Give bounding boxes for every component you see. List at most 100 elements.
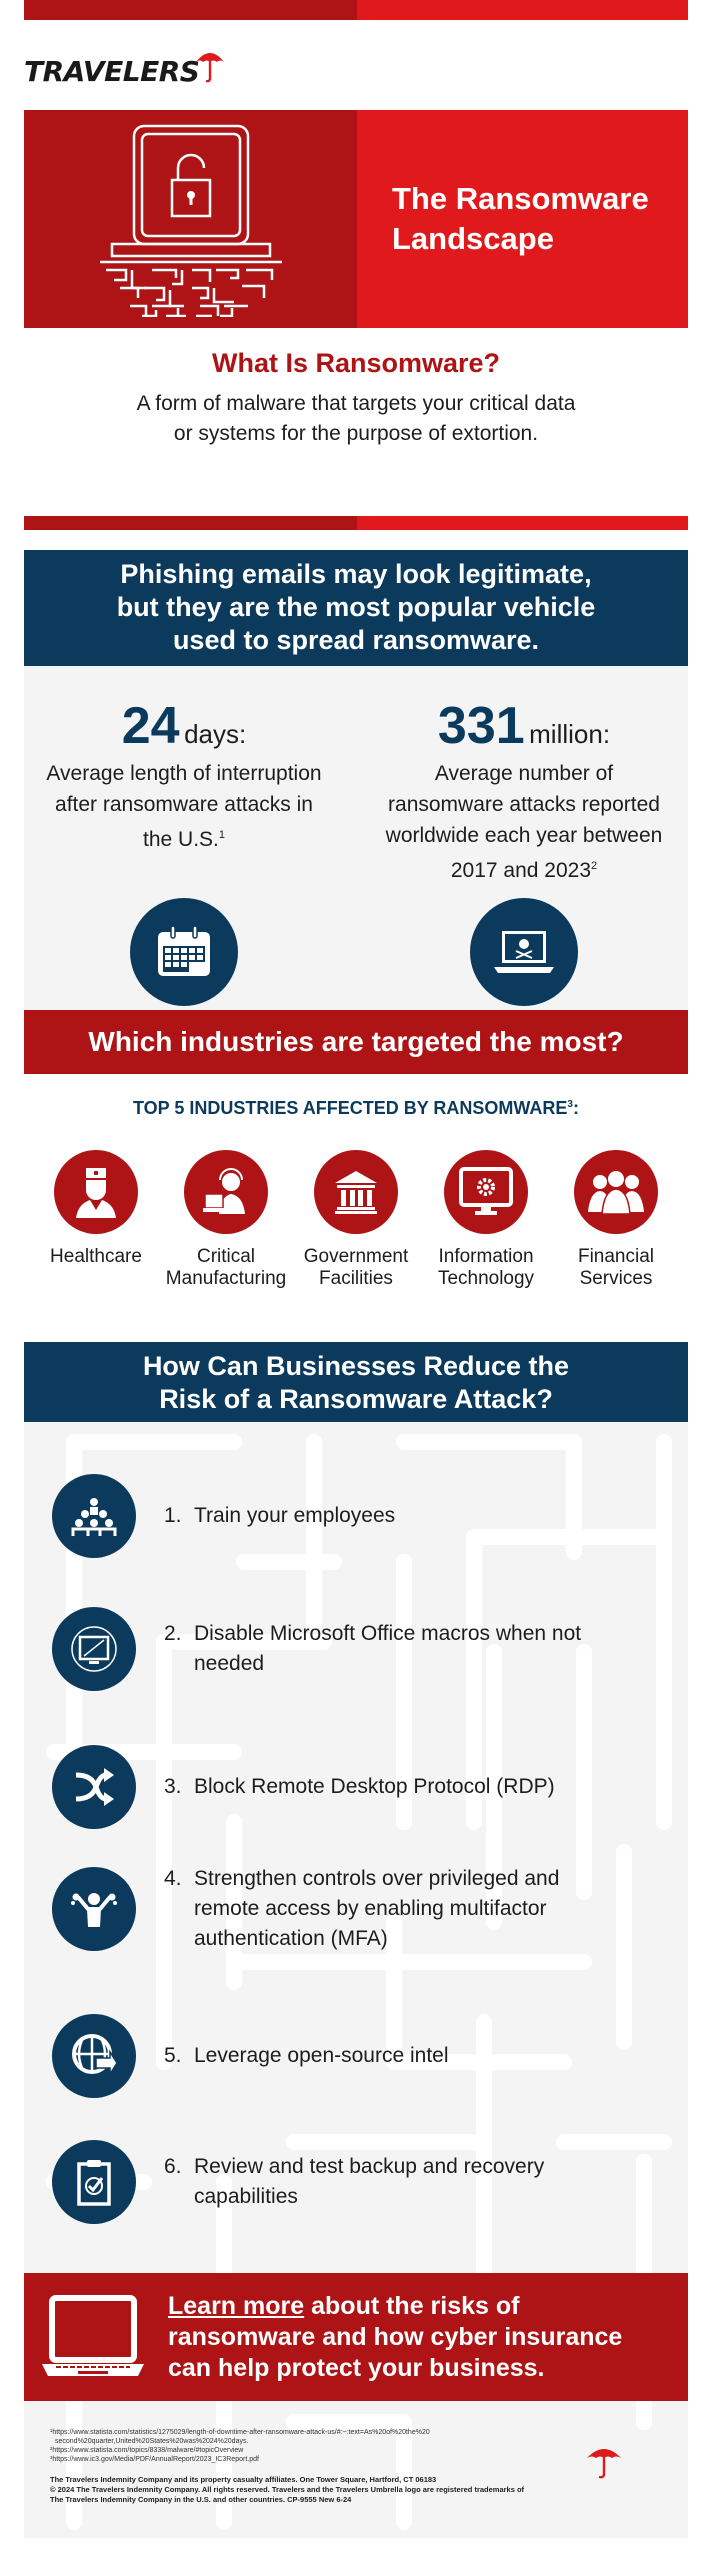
step-1: 1. Train your employees <box>52 1474 672 1558</box>
legal-line: The Travelers Indemnity Company in the U… <box>50 2495 352 2504</box>
industry-label: Services <box>579 1268 653 1289</box>
cta-line3: can help protect your business. <box>168 2353 545 2382</box>
industry-healthcare: Healthcare <box>32 1150 160 1290</box>
step-number: 6. <box>164 2155 182 2178</box>
strength-person-icon <box>52 1867 136 1951</box>
travelers-logo: TRAVELERS <box>24 50 225 86</box>
step-number: 2. <box>164 1622 182 1645</box>
nurse-icon <box>54 1150 138 1234</box>
step-number: 3. <box>164 1775 182 1798</box>
footnote-2: ²https://www.statista.com/topics/8338/ma… <box>50 2447 244 2454</box>
learn-more-link[interactable]: Learn more <box>168 2292 304 2320</box>
hero-title-line2: Landscape <box>392 221 554 256</box>
logo-wordmark: TRAVELERS <box>24 55 200 88</box>
step-2: 2. Disable Microsoft Office macros when n… <box>52 1607 672 1691</box>
worker-laptop-icon <box>184 1150 268 1234</box>
government-building-icon <box>314 1150 398 1234</box>
top-color-bar <box>24 0 688 20</box>
industry-label: Financial <box>577 1246 655 1267</box>
footnotes: ¹https://www.statista.com/statistics/127… <box>50 2428 570 2464</box>
stat-number: 331 <box>437 697 525 755</box>
industry-label: Facilities <box>319 1268 393 1289</box>
footer-umbrella-icon <box>587 2449 621 2479</box>
legal-text: The Travelers Indemnity Company and its … <box>50 2475 570 2505</box>
phishing-line1: Phishing emails may look legitimate, <box>120 559 592 589</box>
what-line1: A form of malware that targets your crit… <box>136 392 576 415</box>
phishing-banner: Phishing emails may look legitimate, but… <box>24 550 688 666</box>
step-text: Train your employees <box>194 1504 396 1527</box>
stat-unit: days: <box>184 719 247 749</box>
hero-title-line1: The Ransomware <box>392 181 649 216</box>
calendar-icon <box>130 898 238 1006</box>
step-4: 4. Strengthen controls over privileged an… <box>52 1864 672 1954</box>
industries-heading: Which industries are targeted the most? <box>24 1010 688 1074</box>
hero-banner: The Ransomware Landscape <box>24 110 688 328</box>
monitor-gear-icon <box>444 1150 528 1234</box>
stat-desc-line: Average number of <box>434 762 614 785</box>
footnote-marker: 2 <box>591 860 598 872</box>
risk-heading: How Can Businesses Reduce the Risk of a … <box>24 1342 688 1422</box>
industry-label: Healthcare <box>50 1246 142 1267</box>
industry-critical-manufacturing: Critical Manufacturing <box>162 1150 290 1290</box>
industry-information-technology: Information Technology <box>422 1150 550 1290</box>
footnote-3: ³https://www.ic3.gov/Media/PDF/AnnualRep… <box>50 2456 259 2463</box>
business-people-icon <box>574 1150 658 1234</box>
stat-desc-line: worldwide each year between <box>385 824 663 847</box>
monitor-disabled-icon <box>52 1607 136 1691</box>
what-line2: or systems for the purpose of extortion. <box>173 422 539 445</box>
cta-banner: Learn more about the risks of ransomware… <box>24 2273 688 2401</box>
stat-number: 24 <box>121 697 180 755</box>
stat-desc-line: the U.S. <box>143 828 219 851</box>
stat-description: Average number of ransomware attacks rep… <box>364 758 684 886</box>
laptop-lock-maze-icon <box>99 124 282 317</box>
what-is-ransomware-section: What Is Ransomware? A form of malware th… <box>24 348 688 449</box>
stat-desc-line: after ransomware attacks in <box>55 793 313 816</box>
what-heading: What Is Ransomware? <box>211 348 501 378</box>
step-number: 4. <box>164 1867 182 1890</box>
stat-unit: million: <box>529 719 611 749</box>
group-training-icon <box>52 1474 136 1558</box>
step-text: Disable Microsoft Office macros when not… <box>194 1622 582 1675</box>
globe-arrow-icon <box>52 2014 136 2098</box>
laptop-icon <box>42 2295 144 2376</box>
risk-heading-line1: How Can Businesses Reduce the <box>142 1351 570 1381</box>
crossed-arrows-icon <box>52 1745 136 1829</box>
stat-days: 24 days: Average length of interruption … <box>24 696 344 855</box>
umbrella-icon <box>196 53 225 83</box>
step-number: 1. <box>164 1504 182 1527</box>
industry-label: Government <box>303 1246 409 1267</box>
step-6: 6. Review and test backup and recovery ca… <box>52 2140 672 2224</box>
industry-label: Information <box>438 1246 534 1267</box>
step-text: Block Remote Desktop Protocol (RDP) <box>194 1775 555 1798</box>
stat-description: Average length of interruption after ran… <box>24 758 344 855</box>
industry-label: Manufacturing <box>165 1268 287 1289</box>
divider-bar <box>24 516 688 530</box>
industry-financial-services: Financial Services <box>552 1150 680 1290</box>
phishing-line2: but they are the most popular vehicle <box>116 592 596 622</box>
industry-label: Technology <box>437 1268 535 1289</box>
legal-line: © 2024 The Travelers Indemnity Company. … <box>50 2485 525 2494</box>
step-text: Review and test backup and recovery capa… <box>194 2155 545 2208</box>
cta-line2: ransomware and how cyber insurance <box>168 2322 623 2351</box>
top5-suffix: : <box>572 1098 579 1118</box>
top5-text: TOP 5 INDUSTRIES AFFECTED BY RANSOMWARE <box>133 1098 568 1118</box>
footnote-1: ¹https://www.statista.com/statistics/127… <box>50 2429 430 2436</box>
stats-panel: 24 days: Average length of interruption … <box>24 666 688 1012</box>
legal-line: The Travelers Indemnity Company and its … <box>50 2475 437 2484</box>
step-5: 5. Leverage open-source intel <box>52 2014 672 2098</box>
stat-attacks: 331 million: Average number of ransomwar… <box>364 696 684 886</box>
cta-line1: about the risks of <box>304 2291 520 2320</box>
clipboard-check-icon <box>52 2140 136 2224</box>
industry-government-facilities: Government Facilities <box>292 1150 420 1290</box>
footnote-marker: 1 <box>218 829 225 841</box>
laptop-skull-icon <box>470 898 578 1006</box>
industry-label: Critical <box>196 1246 256 1267</box>
phishing-line3: used to spread ransomware. <box>172 625 540 655</box>
step-text: Leverage open-source intel <box>194 2044 449 2067</box>
cta-text: Learn more about the risks of ransomware… <box>168 2291 622 2384</box>
stat-desc-line: 2017 and 2023 <box>450 859 591 882</box>
step-3: 3. Block Remote Desktop Protocol (RDP) <box>52 1745 672 1829</box>
stat-desc-line: ransomware attacks reported <box>388 793 660 816</box>
hero-title: The Ransomware Landscape <box>392 179 649 259</box>
risk-heading-line2: Risk of a Ransomware Attack? <box>159 1384 553 1414</box>
